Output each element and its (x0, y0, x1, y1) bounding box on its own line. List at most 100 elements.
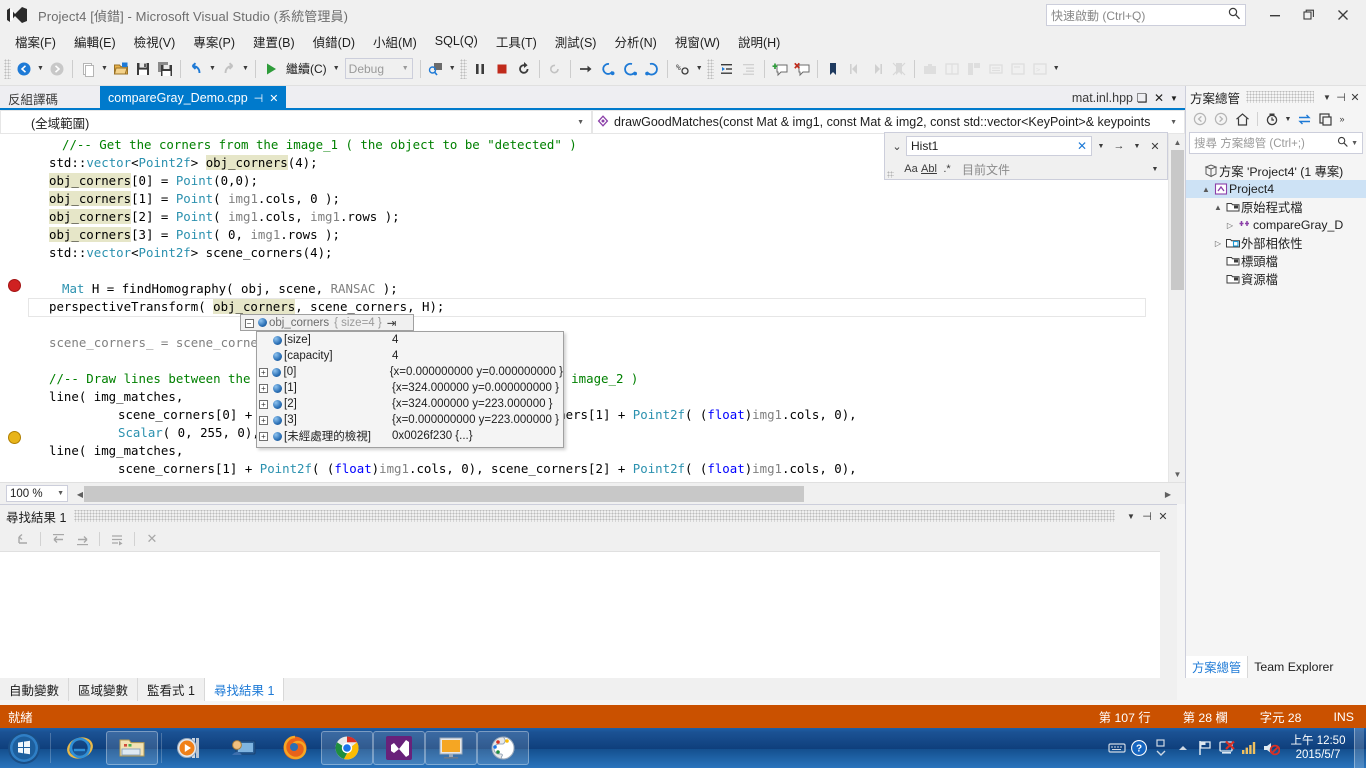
tree-item-source-files[interactable]: ▲ 原始程式檔 (1186, 198, 1366, 216)
find-input[interactable]: Hist1 ✕ (906, 136, 1092, 156)
taskbar-firefox-icon[interactable] (269, 730, 321, 766)
menu-sql[interactable]: SQL(Q) (426, 32, 487, 50)
show-all-files-icon[interactable] (1315, 109, 1335, 129)
clear-search-icon[interactable]: ✕ (1077, 139, 1087, 153)
menu-project[interactable]: 專案(P) (184, 30, 244, 53)
menu-tools[interactable]: 工具(T) (487, 30, 546, 53)
volume-wifi-signal-icon[interactable] (1238, 728, 1260, 768)
find-results-scrollbar[interactable] (1160, 551, 1177, 679)
menu-team[interactable]: 小組(M) (364, 30, 426, 53)
step-over-icon[interactable] (619, 57, 641, 81)
taskbar-file-explorer-icon[interactable] (106, 731, 158, 765)
clear-results-icon[interactable]: ✕ (141, 529, 163, 549)
next-result-icon[interactable] (71, 529, 93, 549)
sync-with-active-document-icon[interactable] (1294, 109, 1314, 129)
minimize-button[interactable] (1258, 0, 1292, 30)
taskbar-powerpoint-icon[interactable] (425, 731, 477, 765)
row-expander-icon[interactable]: + (257, 383, 270, 393)
previous-result-icon[interactable] (47, 529, 69, 549)
menu-analyze[interactable]: 分析(N) (605, 30, 665, 53)
tab-solution-explorer[interactable]: 方案總管 (1186, 656, 1249, 678)
zoom-level-select[interactable]: 100 % ▼ (6, 485, 68, 502)
toolbar-grip[interactable] (4, 58, 11, 79)
tablet-input-panel-icon[interactable] (1106, 728, 1128, 768)
continue-play-icon[interactable] (260, 57, 282, 81)
find-results-list[interactable] (0, 551, 1177, 679)
code-text[interactable]: //-- Get the corners from the image_1 ( … (28, 134, 1167, 478)
taskbar-clock[interactable]: 上午 12:50 2015/5/7 (1282, 734, 1354, 762)
menu-build[interactable]: 建置(B) (244, 30, 304, 53)
solution-configuration-select[interactable]: Debug ▼ (344, 58, 413, 79)
editor-gutter[interactable] (0, 134, 28, 482)
repeat-search-icon[interactable] (12, 529, 34, 549)
scrollbar-thumb[interactable] (1171, 150, 1184, 290)
chevron-up-icon[interactable] (1172, 728, 1194, 768)
datatip-row[interactable]: + [未經處理的檢視] 0x0026f230 {...} (257, 428, 563, 444)
chevron-down-icon[interactable]: ▼ (1123, 512, 1139, 521)
undo-dropdown-icon[interactable]: ▼ (207, 57, 218, 81)
network-disconnected-icon[interactable] (1216, 728, 1238, 768)
expand-find-options-icon[interactable]: ⌄ (888, 136, 906, 156)
datatip-body[interactable]: [size] 4 [capacity] 4 + [0] {x=0.0000000… (256, 331, 564, 448)
action-center-flag-icon[interactable] (1194, 728, 1216, 768)
close-icon[interactable]: ✕ (269, 92, 278, 105)
close-icon[interactable]: ✕ (1155, 510, 1171, 523)
chevron-down-icon[interactable]: ▼ (1351, 140, 1358, 147)
navigate-backward-dropdown-icon[interactable]: ▼ (35, 57, 46, 81)
use-regex-icon[interactable]: .* (938, 159, 956, 179)
tree-item-solution[interactable]: 方案 'Project4' (1 專案) (1186, 162, 1366, 180)
tab-watch-1[interactable]: 監看式 1 (138, 677, 205, 701)
tree-twisty[interactable]: ▲ (1200, 185, 1212, 194)
taskbar-internet-explorer-icon[interactable] (54, 730, 106, 766)
scroll-down-icon[interactable]: ▼ (1169, 466, 1185, 482)
datatip-row[interactable]: + [2] {x=324.000000 y=223.000000 } (257, 396, 563, 412)
datatip-row[interactable]: + [0] {x=0.000000000 y=0.000000000 } (257, 364, 563, 380)
volume-muted-icon[interactable] (1260, 728, 1282, 768)
tab-find-results-1[interactable]: 尋找結果 1 (204, 677, 285, 701)
row-expander-icon[interactable]: + (257, 415, 270, 425)
pin-datatip-icon[interactable]: ⇥ (387, 316, 397, 330)
go-to-result-icon[interactable] (106, 529, 128, 549)
show-hidden-icons-icon[interactable] (1150, 728, 1172, 768)
tab-comparegray-demo-cpp[interactable]: compareGray_Demo.cpp ⊣ ✕ (100, 86, 287, 110)
datatip-row[interactable]: [capacity] 4 (257, 348, 563, 364)
menu-edit[interactable]: 編輯(E) (65, 30, 125, 53)
hex-display-icon[interactable]: % (672, 57, 694, 81)
row-expander-icon[interactable]: + (257, 367, 270, 377)
tab-disassembly[interactable]: 反組譯碼 (0, 86, 66, 110)
menu-test[interactable]: 測試(S) (546, 30, 606, 53)
show-desktop-button[interactable] (1354, 728, 1364, 768)
tree-twisty[interactable]: ▷ (1224, 221, 1236, 230)
quick-launch-input[interactable]: 快速啟動 (Ctrl+Q) (1046, 4, 1246, 26)
toolbar-grip-3[interactable] (706, 58, 714, 79)
open-file-icon[interactable] (110, 57, 132, 81)
find-history-dropdown-icon[interactable]: ▼ (1092, 136, 1110, 156)
close-icon[interactable]: ✕ (1348, 91, 1362, 104)
pending-changes-dropdown-icon[interactable]: ▼ (1283, 109, 1293, 129)
close-button[interactable] (1326, 0, 1360, 30)
row-expander-icon[interactable]: + (257, 399, 270, 409)
tree-twisty[interactable]: ▷ (1212, 239, 1224, 248)
restore-button[interactable] (1292, 0, 1326, 30)
step-arrow-icon[interactable] (575, 57, 597, 81)
match-case-icon[interactable]: Aa (902, 159, 920, 179)
indent-icon[interactable] (716, 57, 738, 81)
attach-to-process-icon[interactable] (425, 57, 447, 81)
panel-drag-handle[interactable] (1246, 91, 1314, 103)
scroll-up-icon[interactable]: ▲ (1169, 134, 1185, 150)
menu-debug[interactable]: 偵錯(D) (304, 30, 364, 53)
navigate-backward-icon[interactable] (13, 57, 35, 81)
scope-select[interactable]: (全域範圍) ▼ (0, 110, 592, 134)
tree-item-resource-files[interactable]: 資源檔 (1186, 270, 1366, 288)
continue-button[interactable]: 繼續(C) (282, 60, 331, 77)
solution-explorer-tree[interactable]: 方案 'Project4' (1 專案) ▲ Project4 ▲ 原始程式檔 … (1186, 162, 1366, 678)
quick-find-popup[interactable]: ⌄ Hist1 ✕ ▼ → ▼ ✕ Aa Abl .* 目前文件 ▼ (884, 132, 1168, 180)
close-find-icon[interactable]: ✕ (1146, 136, 1164, 156)
toolbar-grip-2[interactable] (459, 58, 467, 79)
resize-grip[interactable] (887, 171, 894, 178)
menu-window[interactable]: 視窗(W) (666, 30, 729, 53)
undo-icon[interactable] (185, 57, 207, 81)
chevron-down-icon[interactable]: ▼ (1167, 94, 1181, 103)
start-button[interactable] (1, 729, 47, 767)
taskbar-paint-icon[interactable] (477, 731, 529, 765)
